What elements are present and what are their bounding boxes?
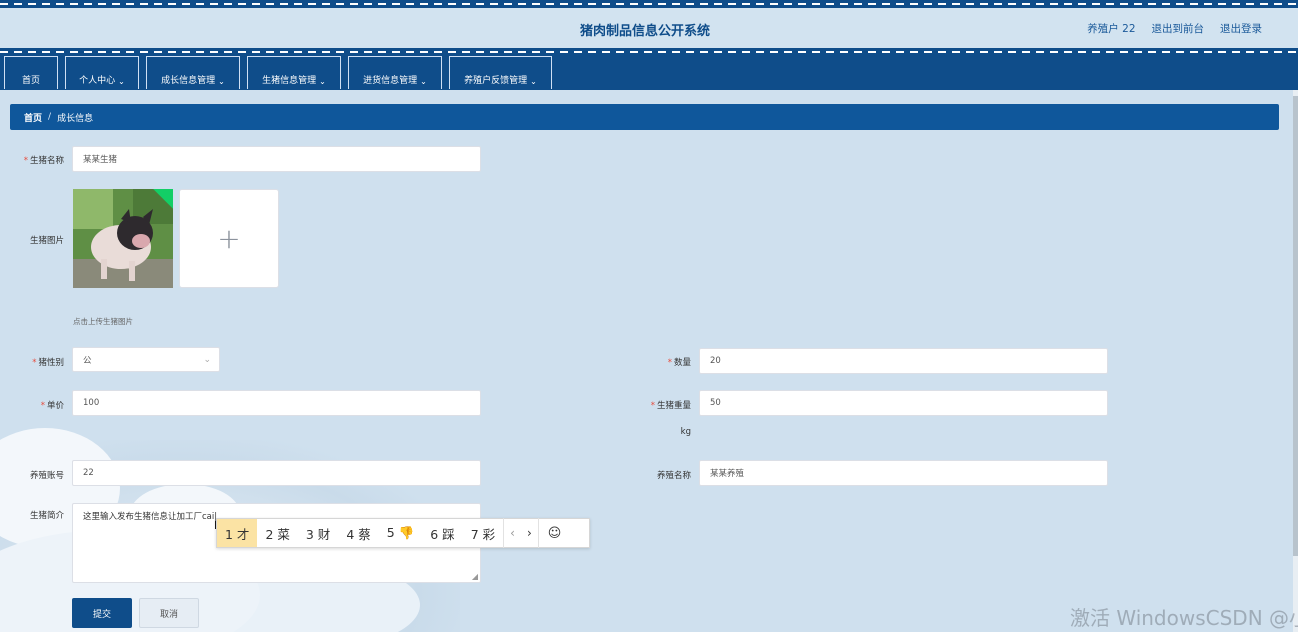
logout-link[interactable]: 退出登录 [1220,21,1262,36]
add-image-button[interactable]: + [179,189,279,288]
breadcrumb-separator: / [48,112,52,122]
gender-label: * 猪性别 [12,356,64,368]
site-title: 猪肉制品信息公开系统 [579,24,710,39]
ime-candidate[interactable]: 1 才 [217,519,258,547]
pig-photo [73,189,173,288]
account-label: 养殖账号 [29,471,64,481]
required-mark: * [32,358,37,368]
top-header: 猪肉制品信息公开系统 养殖户 22 退出到前台 退出登录 [0,0,1298,52]
nav-item-home[interactable]: 首页 [4,56,58,89]
required-mark: * [23,156,28,166]
nav-item-personal-center[interactable]: 个人中心 ⌄ [65,56,139,89]
plus-icon: + [217,222,241,255]
submit-button[interactable]: 提交 [72,598,132,628]
chevron-down-icon: ⌄ [530,77,537,86]
label-text: 单价 [46,401,64,411]
intro-text: 这里输入发布生猪信息让加工厂cai| [83,512,218,522]
required-mark: * [40,401,45,411]
nav-item-purchase-info[interactable]: 进货信息管理 ⌄ [348,56,442,89]
nav-item-label: 生猪信息管理 [262,76,317,86]
watermark-text: 激活 WindowsCSDN @小奔1 [1070,606,1298,630]
ime-candidate[interactable]: 2 菜 [257,519,297,547]
nav-item-label: 成长信息管理 [161,76,216,86]
ime-candidate[interactable]: 4 蔡 [338,519,378,547]
required-mark: * [667,358,672,368]
label-text: 生猪重量 [656,401,691,411]
emoji-icon[interactable]: ☺ [539,526,571,541]
ime-candidate[interactable]: 7 彩 [463,519,503,547]
ime-candidate[interactable]: 6 踩 [422,519,462,547]
required-mark: * [650,401,655,411]
weight-label: * 生猪重量 [636,399,691,411]
top-links: 养殖户 22 退出到前台 退出登录 [1087,21,1262,36]
gender-value: 公 [83,355,92,366]
intro-label: 生猪简介 [29,511,64,521]
nav-item-label: 进货信息管理 [363,76,418,86]
nav-item-farmer-feedback[interactable]: 养殖户反馈管理 ⌄ [449,56,552,89]
page-scrollbar[interactable] [1293,0,1298,632]
breadcrumb: 首页 / 成长信息 [10,104,1279,130]
weight-input[interactable]: 50 [699,390,1108,416]
cancel-button[interactable]: 取消 [139,598,199,628]
pig-name-input[interactable]: 某某生猪 [72,146,481,172]
quantity-input[interactable]: 20 [699,348,1108,374]
current-user: 养殖户 22 [1087,23,1136,35]
chevron-down-icon: ⌄ [319,77,326,86]
main-nav: 首页 个人中心 ⌄ 成长信息管理 ⌄ 生猪信息管理 ⌄ 进货信息管理 ⌄ 养殖户… [0,48,1298,90]
label-text: 生猪名称 [29,156,64,166]
chevron-down-icon: ⌄ [420,77,427,86]
farm-name-label: 养殖名称 [656,471,691,481]
chevron-down-icon: ⌄ [218,77,225,86]
resize-handle-icon[interactable]: ◢ [472,572,478,581]
upload-hint: 点击上传生猪图片 [73,317,133,326]
ime-candidate-bar: 1 才 2 菜 3 财 4 蔡 5 👎 6 踩 7 彩 ‹ › ☺ [216,518,590,548]
breadcrumb-current: 成长信息 [57,113,94,124]
nav-item-pig-info[interactable]: 生猪信息管理 ⌄ [247,56,341,89]
account-input[interactable]: 22 [72,460,481,486]
weight-unit: kg [680,427,691,437]
header-border [0,0,1298,8]
price-label: * 单价 [12,399,64,411]
back-to-front-link[interactable]: 退出到前台 [1152,21,1205,36]
breadcrumb-home[interactable]: 首页 [24,111,42,124]
scrollbar-thumb[interactable] [1293,96,1298,556]
chevron-down-icon: ⌄ [203,355,211,365]
label-text: 猪性别 [38,358,64,368]
ime-candidate[interactable]: 5 👎 [379,519,423,547]
nav-item-label: 个人中心 [79,76,116,86]
ime-prev-icon[interactable]: ‹ [504,526,521,540]
pig-image-label: 生猪图片 [29,236,64,246]
ime-next-icon[interactable]: › [521,526,538,540]
gender-select[interactable]: 公 ⌄ [72,347,220,372]
uploaded-pig-image[interactable] [73,189,173,288]
nav-item-growth-info[interactable]: 成长信息管理 ⌄ [146,56,240,89]
ime-candidate[interactable]: 3 财 [298,519,338,547]
nav-item-label: 首页 [21,76,40,86]
label-text: 数量 [673,358,691,368]
chevron-down-icon: ⌄ [118,77,125,86]
farm-name-input[interactable]: 某某养殖 [699,460,1108,486]
nav-item-label: 养殖户反馈管理 [464,76,528,86]
quantity-label: * 数量 [636,356,691,368]
price-input[interactable]: 100 [72,390,481,416]
pig-name-label: * 生猪名称 [12,154,64,166]
